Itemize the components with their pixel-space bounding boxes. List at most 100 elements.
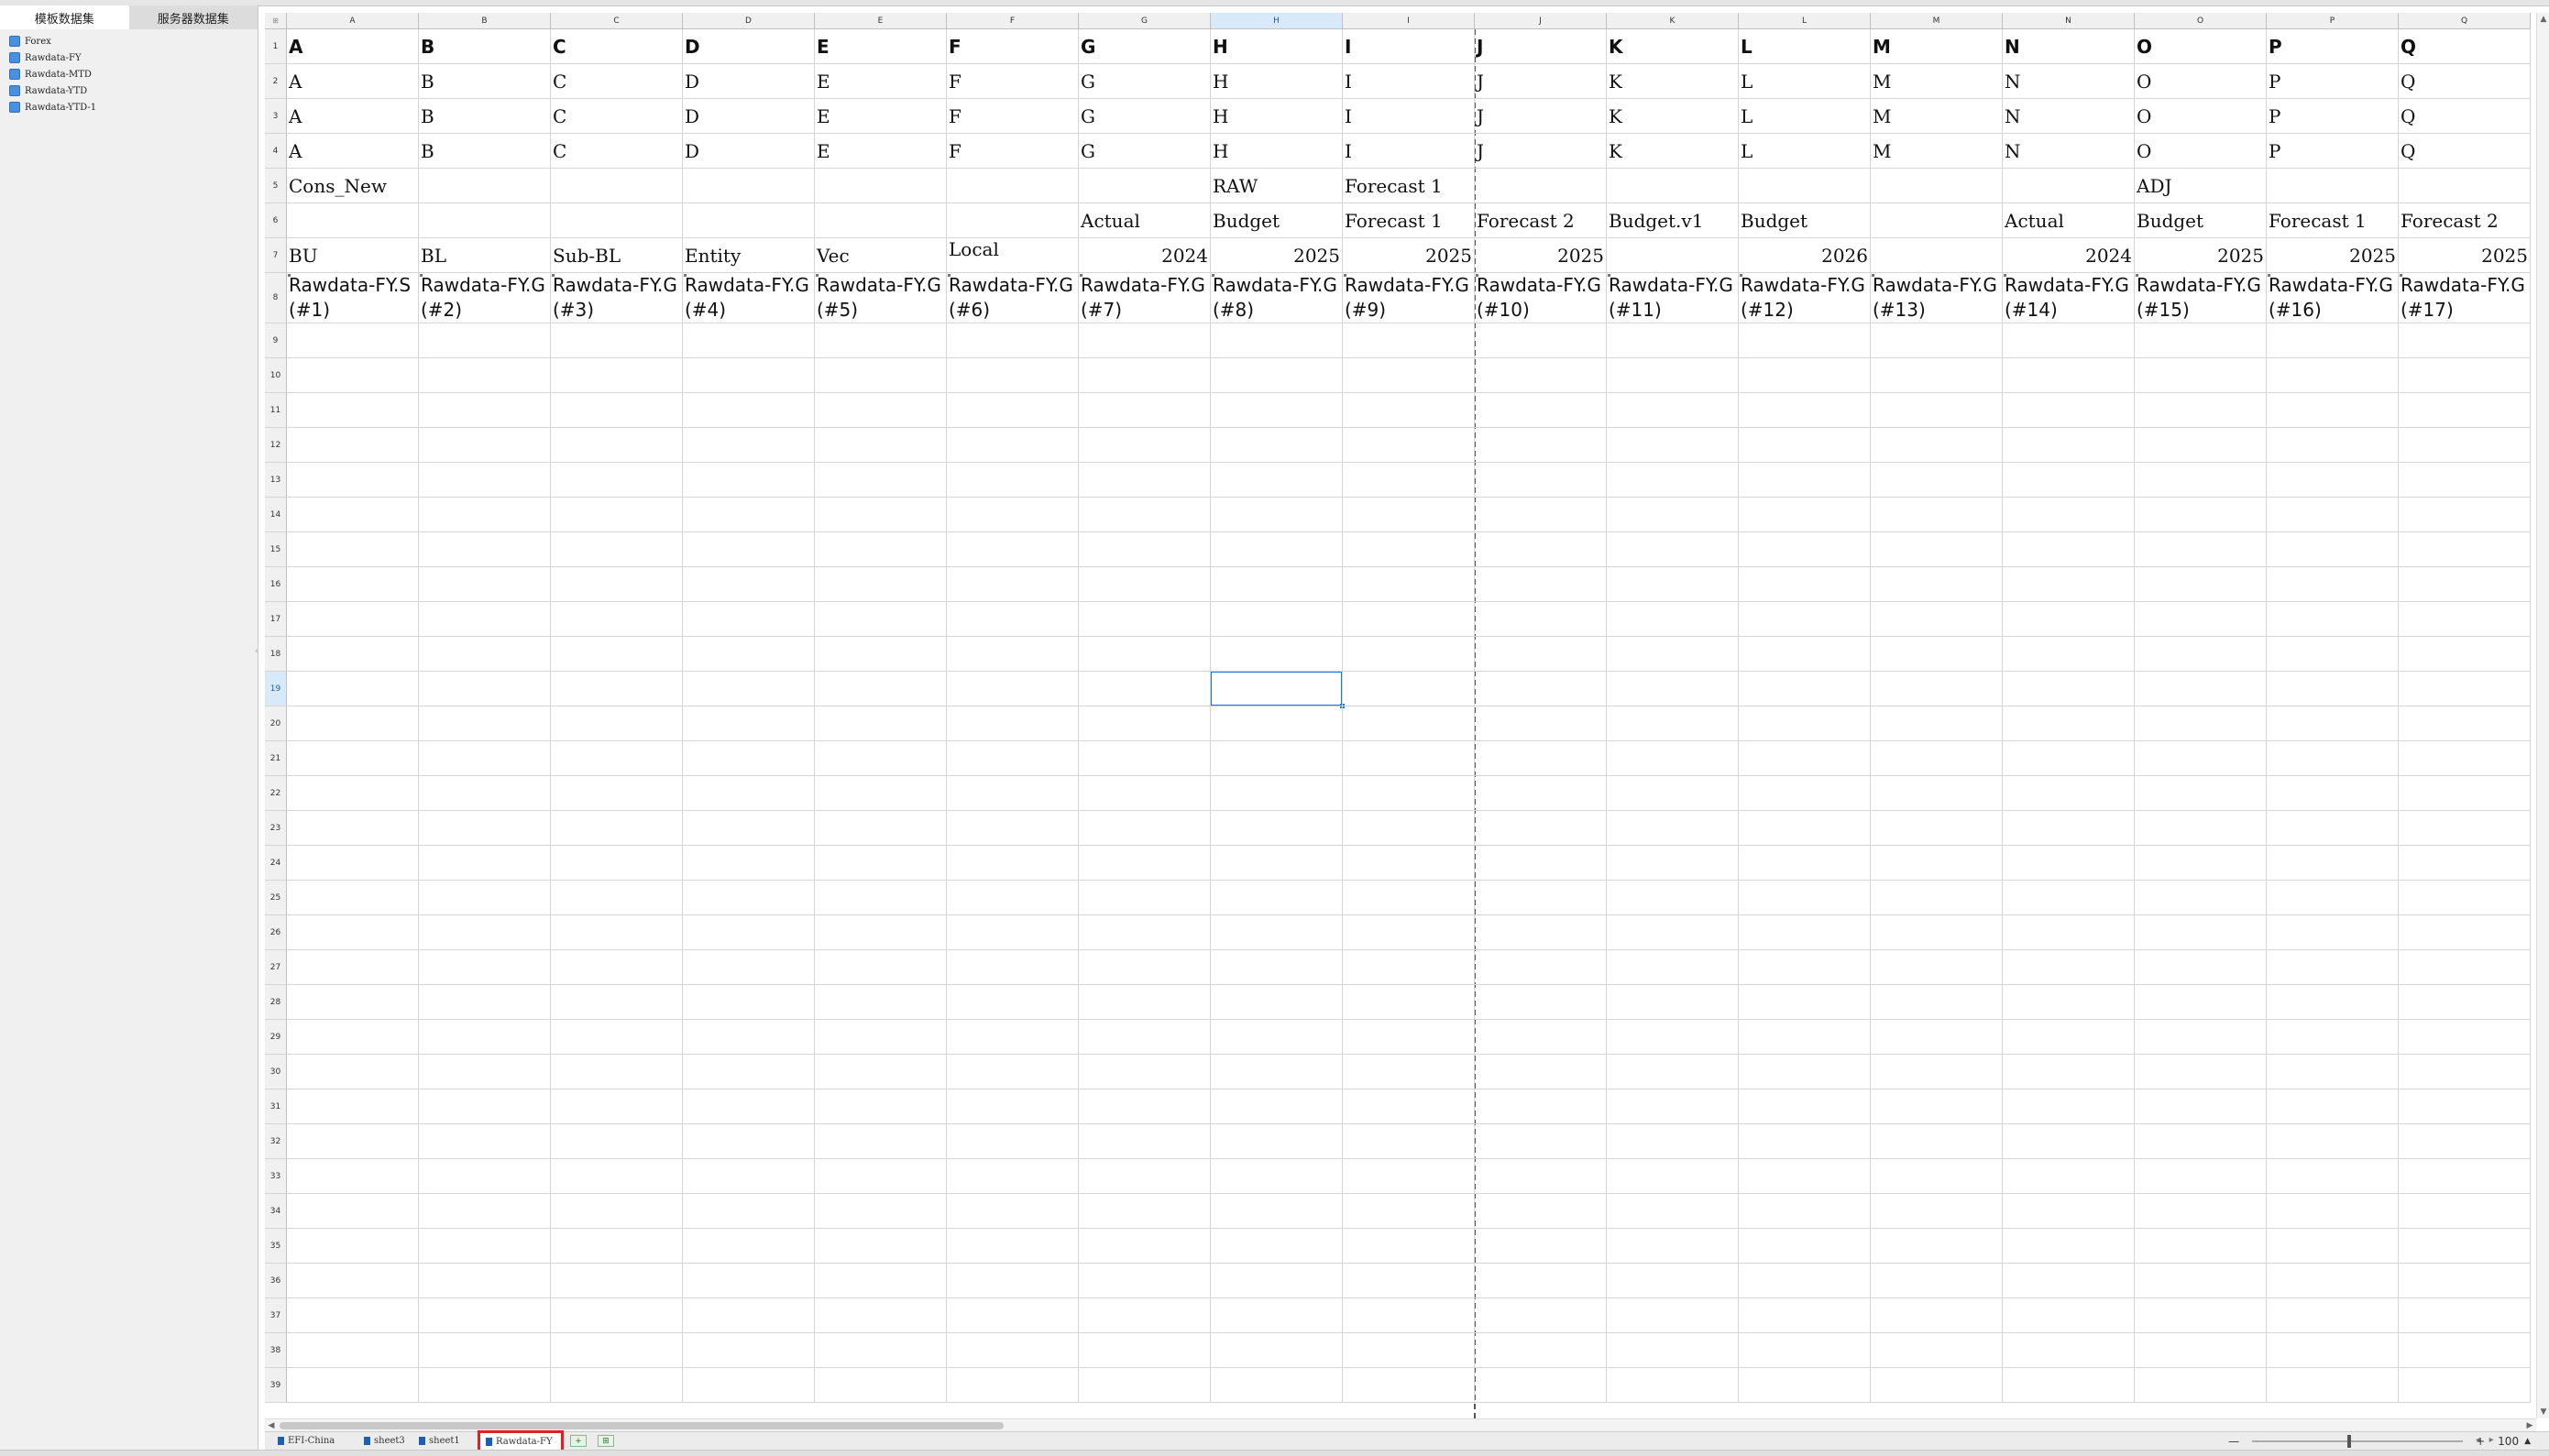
cell[interactable] <box>287 915 419 950</box>
cell[interactable] <box>2399 1229 2531 1264</box>
cell[interactable]: L <box>1739 134 1871 169</box>
row-header[interactable]: 9 <box>265 323 287 358</box>
row-header[interactable]: 38 <box>265 1333 287 1368</box>
cell[interactable] <box>419 463 551 498</box>
cell[interactable] <box>1607 463 1739 498</box>
cell[interactable] <box>2135 323 2267 358</box>
cell[interactable] <box>551 915 683 950</box>
cell[interactable] <box>1343 567 1475 602</box>
column-header-f[interactable]: F <box>947 13 1079 29</box>
cell[interactable] <box>1739 358 1871 393</box>
cell[interactable] <box>287 846 419 881</box>
cell[interactable] <box>1211 463 1343 498</box>
row-header[interactable]: 34 <box>265 1194 287 1229</box>
cell[interactable] <box>2399 1055 2531 1089</box>
cell[interactable] <box>2267 881 2399 915</box>
cell[interactable] <box>1607 567 1739 602</box>
tab-server-datasets[interactable]: 服务器数据集 <box>128 5 258 29</box>
cell[interactable] <box>1739 498 1871 532</box>
row-header[interactable]: 11 <box>265 393 287 428</box>
cell[interactable] <box>1475 463 1607 498</box>
cell[interactable] <box>551 323 683 358</box>
cell[interactable]: 2024 <box>2003 238 2135 273</box>
cell[interactable] <box>2267 358 2399 393</box>
cell[interactable] <box>1475 741 1607 776</box>
sheet-tab[interactable]: sheet3 <box>358 1433 412 1449</box>
cell[interactable]: M <box>1871 64 2003 99</box>
cell[interactable]: N <box>2003 134 2135 169</box>
cell[interactable]: Forecast 2 <box>2399 203 2531 238</box>
cell[interactable] <box>815 169 947 203</box>
cell[interactable] <box>1871 1020 2003 1055</box>
column-header-j[interactable]: J <box>1475 13 1607 29</box>
cell[interactable] <box>1607 1020 1739 1055</box>
cell[interactable] <box>683 706 815 741</box>
cell[interactable] <box>287 602 419 637</box>
cell[interactable] <box>1211 1368 1343 1403</box>
cell[interactable] <box>1475 950 1607 985</box>
cell[interactable] <box>1871 985 2003 1020</box>
cell[interactable] <box>1211 1124 1343 1159</box>
cell[interactable] <box>1607 811 1739 846</box>
cell[interactable] <box>1871 1194 2003 1229</box>
cell[interactable] <box>2135 358 2267 393</box>
cell[interactable] <box>2003 1124 2135 1159</box>
cell[interactable] <box>2003 1298 2135 1333</box>
cell[interactable] <box>2135 1124 2267 1159</box>
cell[interactable] <box>287 358 419 393</box>
cell[interactable] <box>1211 323 1343 358</box>
cell[interactable] <box>2135 1055 2267 1089</box>
cell[interactable] <box>1343 706 1475 741</box>
cell[interactable]: D <box>683 99 815 134</box>
cell[interactable] <box>1607 915 1739 950</box>
row-header[interactable]: 3 <box>265 99 287 134</box>
cell[interactable]: Rawdata-FY.G(#11) <box>1607 273 1739 323</box>
row-header[interactable]: 22 <box>265 776 287 811</box>
add-sheet-icon[interactable]: + <box>570 1435 587 1447</box>
cell[interactable] <box>1607 428 1739 463</box>
cell[interactable] <box>2135 1264 2267 1298</box>
cell[interactable] <box>2399 985 2531 1020</box>
horizontal-scrollbar[interactable]: ◀ ▶ <box>265 1418 2536 1432</box>
cell[interactable]: F <box>947 64 1079 99</box>
cell[interactable] <box>947 602 1079 637</box>
cell[interactable] <box>419 567 551 602</box>
cell[interactable]: Budget <box>1211 203 1343 238</box>
cell[interactable] <box>683 846 815 881</box>
cell[interactable] <box>2003 393 2135 428</box>
cell[interactable] <box>1871 567 2003 602</box>
cell[interactable] <box>1739 811 1871 846</box>
cell[interactable] <box>2399 915 2531 950</box>
cell[interactable] <box>1211 672 1343 706</box>
cell[interactable] <box>1871 881 2003 915</box>
cell[interactable] <box>683 1264 815 1298</box>
cell[interactable] <box>551 1159 683 1194</box>
cell[interactable] <box>815 1089 947 1124</box>
cell[interactable]: ADJ <box>2135 169 2267 203</box>
cell[interactable] <box>2267 1298 2399 1333</box>
cell[interactable] <box>287 532 419 567</box>
cell[interactable] <box>2399 811 2531 846</box>
cell[interactable] <box>551 358 683 393</box>
cell[interactable] <box>815 776 947 811</box>
cell[interactable]: M <box>1871 134 2003 169</box>
cell[interactable] <box>1739 950 1871 985</box>
cell[interactable] <box>419 1055 551 1089</box>
cell[interactable] <box>1871 776 2003 811</box>
cell[interactable] <box>1211 498 1343 532</box>
cell[interactable] <box>815 358 947 393</box>
cell[interactable]: L <box>1739 29 1871 64</box>
panel-splitter-handle[interactable]: ‹ <box>255 647 258 660</box>
cell[interactable] <box>815 203 947 238</box>
cell[interactable]: P <box>2267 29 2399 64</box>
cell[interactable] <box>2003 741 2135 776</box>
cell[interactable]: O <box>2135 134 2267 169</box>
cell[interactable] <box>2135 1020 2267 1055</box>
cell[interactable] <box>1079 985 1211 1020</box>
column-header-e[interactable]: E <box>815 13 947 29</box>
cell[interactable]: Q <box>2399 99 2531 134</box>
cell[interactable] <box>419 811 551 846</box>
cell[interactable]: Rawdata-FY.G(#13) <box>1871 273 2003 323</box>
cell[interactable] <box>419 1159 551 1194</box>
row-header[interactable]: 31 <box>265 1089 287 1124</box>
